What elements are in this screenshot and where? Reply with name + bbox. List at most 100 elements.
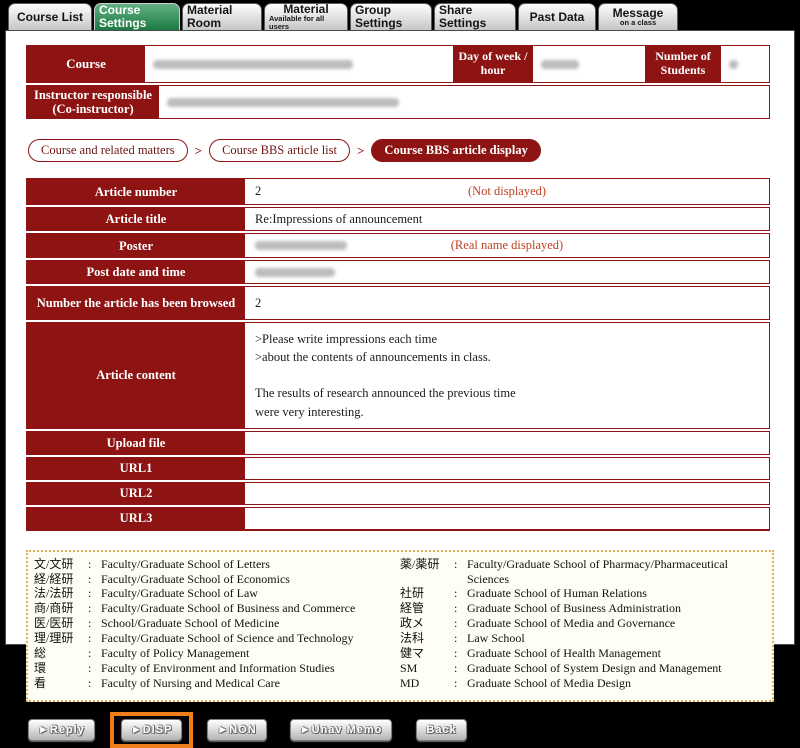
row-label: Number the article has been browsed: [27, 287, 245, 320]
students-label-cell: Number of Students: [645, 46, 721, 82]
content-panel: Course Day of week / hour Number of Stud…: [5, 30, 795, 748]
legend-name: Faculty of Environment and Information S…: [101, 660, 335, 675]
legend-name: Faculty/Graduate School of Pharmacy/Phar…: [467, 556, 728, 586]
tab-course-list[interactable]: Course List: [8, 3, 92, 30]
tab-label: Course Settings: [99, 3, 147, 30]
row-value: 2: [245, 287, 769, 320]
tab-label: Material Room: [187, 3, 233, 30]
tab-label: Group Settings: [355, 3, 403, 30]
legend-abbr: 総: [34, 645, 47, 660]
tab-label: Past Data: [529, 9, 585, 24]
table-row-url2: URL2: [26, 481, 770, 505]
disp-highlight-box: ►DISP: [109, 711, 194, 748]
row-label: URL3: [27, 507, 245, 530]
legend-colon: :: [88, 645, 92, 660]
tab-group-settings[interactable]: Group Settings: [350, 3, 432, 30]
legend-item: 法科: Law School: [400, 631, 766, 646]
table-row-article-title: Article title Re:Impressions of announce…: [26, 207, 770, 231]
tab-course-settings[interactable]: Course Settings: [94, 3, 180, 30]
legend-abbr: 健マ: [400, 645, 425, 660]
legend-colon: :: [88, 660, 92, 675]
day-of-week-value-cell: [533, 46, 645, 82]
legend-name: Faculty/Graduate School of Science and T…: [101, 631, 354, 645]
legend-colon: :: [88, 675, 92, 690]
faculty-legend-box: 文/文研: Faculty/Graduate School of Letters …: [26, 549, 774, 702]
tab-material[interactable]: Material Available for all users: [264, 3, 348, 31]
row-label: Post date and time: [27, 261, 245, 284]
legend-abbr: 経管: [400, 601, 425, 616]
row-label: Upload file: [27, 431, 245, 455]
tab-share-settings[interactable]: Share Settings: [434, 3, 516, 30]
legend-item: 薬/薬研: Faculty/Graduate School of Pharmacy…: [400, 557, 766, 587]
legend-name: Graduate School of Business Administrati…: [467, 601, 681, 616]
legend-colon: :: [88, 556, 92, 571]
row-value: [245, 508, 769, 530]
legend-abbr: 商/商研: [34, 601, 74, 616]
legend-item: 政メ: Graduate School of Media and Governan…: [400, 616, 766, 631]
legend-left-column: 文/文研: Faculty/Graduate School of Letters …: [34, 557, 400, 691]
redacted-instructor-name: [167, 97, 399, 107]
legend-name: Faculty/Graduate School of Letters: [101, 556, 270, 571]
tab-message[interactable]: Message on a class: [598, 3, 678, 30]
legend-right-column: 薬/薬研: Faculty/Graduate School of Pharmacy…: [400, 557, 766, 691]
legend-colon: :: [88, 616, 92, 631]
disp-button[interactable]: ►DISP: [120, 718, 183, 741]
legend-abbr: 理/理研: [34, 631, 74, 645]
tab-past-data[interactable]: Past Data: [518, 3, 596, 30]
redacted-student-count: [729, 59, 738, 69]
action-button-bar: ►Reply ►DISP ►NON ►Unav Memo Back: [26, 711, 794, 748]
article-number-value: 2: [255, 184, 262, 198]
tab-label: Share Settings: [439, 3, 487, 30]
article-table: Article number 2 (Not displayed) Article…: [26, 178, 770, 531]
row-label: Article number: [27, 179, 245, 205]
non-button[interactable]: ►NON: [207, 718, 267, 741]
legend-colon: :: [454, 556, 458, 571]
day-of-week-label-cell: Day of week / hour: [453, 46, 533, 82]
unav-memo-button[interactable]: ►Unav Memo: [289, 718, 393, 741]
tab-material-room[interactable]: Material Room: [182, 3, 262, 30]
row-label: Article content: [27, 323, 245, 429]
legend-item: 文/文研: Faculty/Graduate School of Letters: [34, 557, 400, 572]
row-value: [245, 483, 769, 505]
tab-bar: Course List Course Settings Material Roo…: [0, 0, 800, 31]
legend-abbr: MD: [400, 675, 420, 690]
legend-abbr: 看: [34, 675, 47, 690]
breadcrumb-separator: >: [357, 142, 365, 158]
row-value: Re:Impressions of announcement: [245, 208, 769, 231]
course-header-row: Course Day of week / hour Number of Stud…: [26, 45, 770, 83]
tab-sublabel: on a class: [619, 18, 657, 28]
legend-abbr: 社研: [400, 586, 425, 601]
legend-item: SM: Graduate School of System Design and …: [400, 661, 766, 676]
legend-name: School/Graduate School of Medicine: [101, 616, 280, 631]
students-value-cell: [721, 46, 769, 82]
instructor-row: Instructor responsible (Co-instructor): [26, 85, 770, 119]
breadcrumb-course-related[interactable]: Course and related matters: [28, 139, 188, 162]
instructor-label-cell: Instructor responsible (Co-instructor): [27, 86, 159, 118]
legend-abbr: 経/経研: [34, 571, 74, 586]
breadcrumb-bbs-list[interactable]: Course BBS article list: [209, 139, 350, 162]
reply-button[interactable]: ►Reply: [28, 718, 95, 741]
legend-name: Graduate School of System Design and Man…: [467, 660, 722, 675]
legend-name: Faculty/Graduate School of Law: [101, 586, 258, 601]
legend-colon: :: [88, 601, 92, 616]
legend-name: Law School: [467, 631, 525, 645]
row-label: URL2: [27, 482, 245, 505]
legend-abbr: 法/法研: [34, 586, 74, 601]
legend-item: 看: Faculty of Nursing and Medical Care: [34, 676, 400, 691]
row-label: URL1: [27, 457, 245, 480]
row-value: [245, 261, 769, 284]
row-label: Poster: [27, 234, 245, 258]
course-label-cell: Course: [27, 46, 145, 82]
legend-abbr: 文/文研: [34, 556, 74, 571]
legend-colon: :: [454, 631, 458, 645]
legend-name: Faculty/Graduate School of Business and …: [101, 601, 356, 616]
legend-name: Graduate School of Health Management: [467, 645, 661, 660]
table-row-article-content: Article content >Please write impression…: [26, 322, 770, 429]
legend-item: 医/医研: School/Graduate School of Medicine: [34, 616, 400, 631]
instructor-value-cell: [159, 86, 769, 118]
table-row-url1: URL1: [26, 456, 770, 480]
article-content-text: >Please write impressions each time >abo…: [245, 323, 769, 429]
legend-item: MD: Graduate School of Media Design: [400, 676, 766, 691]
back-button[interactable]: Back: [416, 718, 467, 741]
breadcrumb: Course and related matters > Course BBS …: [28, 139, 794, 162]
